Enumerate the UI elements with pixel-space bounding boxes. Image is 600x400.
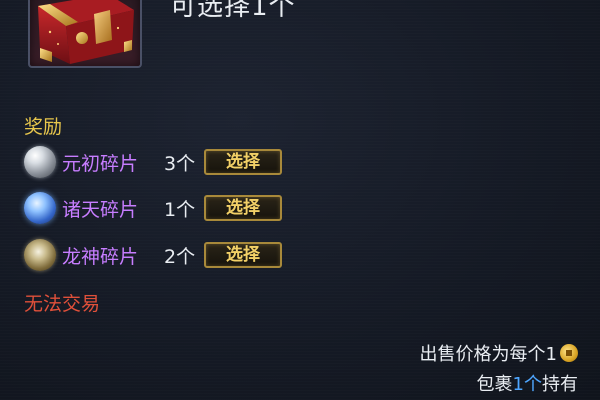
reward-name: 诸天碎片 <box>62 198 139 221</box>
rewards-title: 奖励 <box>24 116 63 138</box>
bag-count: 1个 <box>512 374 542 395</box>
select-button-longshen[interactable]: 选择 <box>204 242 282 268</box>
reward-row-longshen: 龙神碎片 2个 选择 <box>24 238 282 272</box>
reward-name: 龙神碎片 <box>62 245 139 268</box>
reward-quantity: 1个 <box>164 198 196 221</box>
treasure-chest-icon <box>38 0 134 64</box>
blue-crystal-orb-icon <box>24 192 56 224</box>
sell-price: 出售价格为每个1 <box>420 340 578 366</box>
reward-name: 元初碎片 <box>62 152 139 175</box>
untradeable-label: 无法交易 <box>24 293 101 315</box>
bag-suffix: 持有 <box>542 374 578 395</box>
reward-row-zhutian: 诸天碎片 1个 选择 <box>24 191 282 225</box>
sell-price-text: 出售价格为每个1 <box>419 344 557 365</box>
select-button-zhutian[interactable]: 选择 <box>204 195 282 221</box>
reward-row-yuanchu: 元初碎片 3个 选择 <box>24 145 282 179</box>
bag-holding: 包裹1个持有 <box>477 370 578 396</box>
gold-dragon-orb-icon <box>24 239 56 271</box>
select-button-yuanchu[interactable]: 选择 <box>204 149 282 175</box>
item-tooltip-panel: 可选择1个 奖励 元初碎片 3个 选择 诸天碎片 1个 选择 龙神碎片 2个 选… <box>0 0 600 400</box>
choose-count-text: 可选择1个 <box>170 0 296 22</box>
reward-quantity: 3个 <box>164 152 196 175</box>
bag-prefix: 包裹 <box>476 374 513 395</box>
coin-icon <box>560 344 578 362</box>
item-icon-frame <box>28 0 142 68</box>
reward-quantity: 2个 <box>164 245 196 268</box>
silver-orb-icon <box>24 146 56 178</box>
